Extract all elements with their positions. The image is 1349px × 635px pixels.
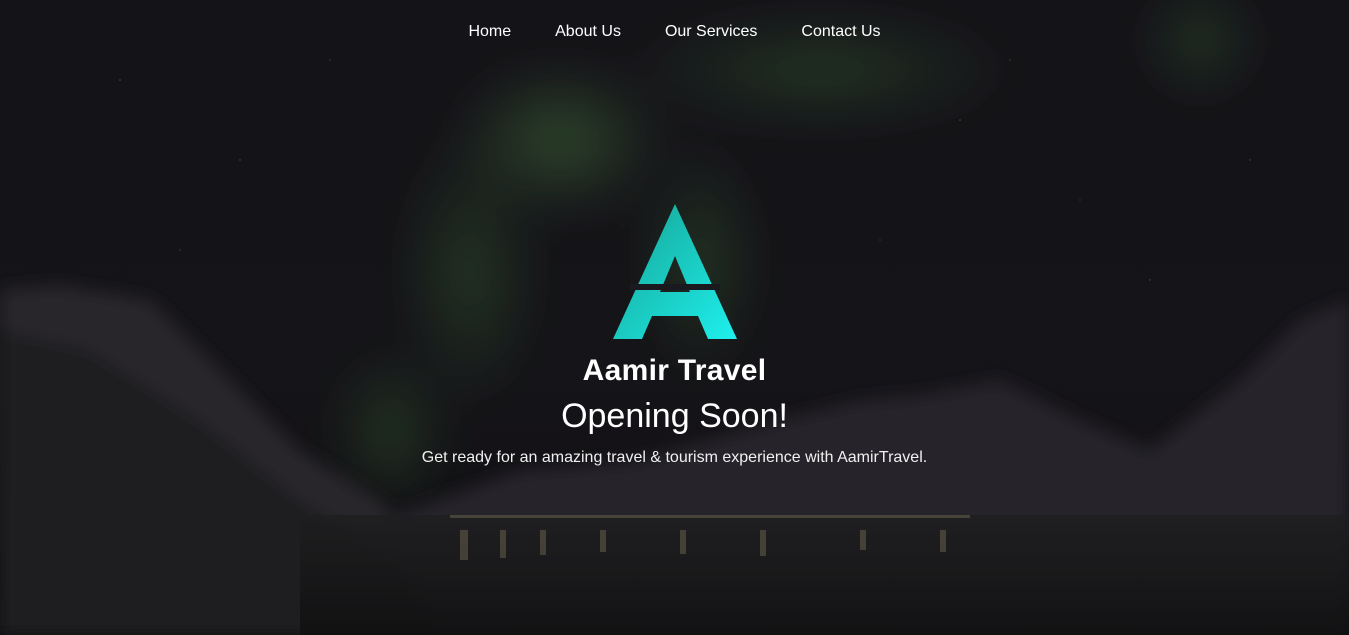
hero-subtitle: Get ready for an amazing travel & touris… <box>421 449 928 466</box>
main-navigation: Home About Us Our Services Contact Us <box>0 22 1349 42</box>
nav-about-us-link[interactable]: About Us <box>533 22 643 42</box>
nav-our-services-link[interactable]: Our Services <box>643 22 779 42</box>
opening-soon-heading: Opening Soon! <box>561 397 788 435</box>
brand-name: Aamir Travel <box>582 354 767 387</box>
nav-home-link[interactable]: Home <box>446 22 533 42</box>
letter-a-triangle-logo-icon <box>612 204 737 339</box>
coming-soon-page: Home About Us Our Services Contact Us Aa… <box>0 0 1349 635</box>
hero-section: Aamir Travel Opening Soon! Get ready for… <box>0 200 1349 468</box>
nav-contact-us-link[interactable]: Contact Us <box>779 22 902 42</box>
